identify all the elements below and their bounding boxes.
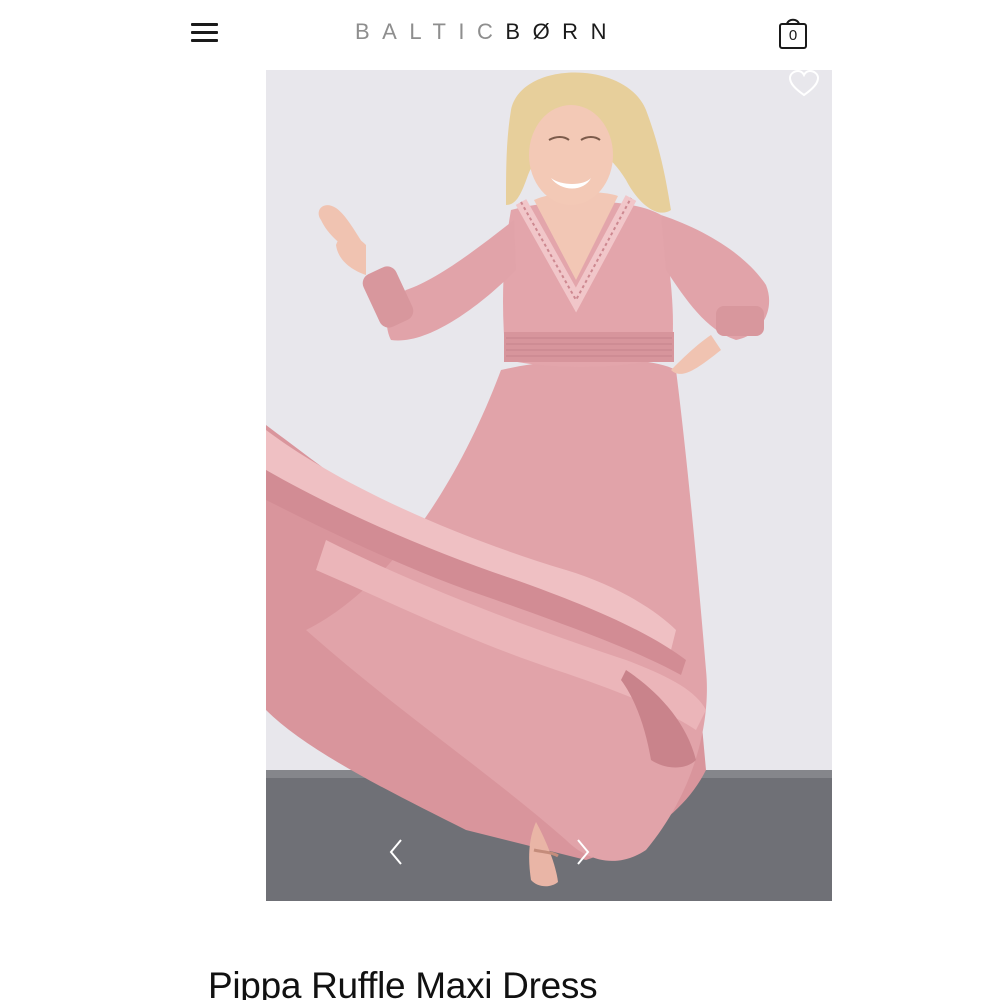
chevron-left-icon	[389, 839, 402, 865]
next-image-button[interactable]	[568, 834, 596, 870]
logo-text-right: BØRN	[505, 19, 619, 44]
cart-button[interactable]: 0	[776, 14, 810, 52]
logo-text-left: BALTIC	[355, 19, 506, 44]
heart-icon	[788, 70, 820, 97]
wishlist-button[interactable]	[786, 70, 822, 98]
site-header: BALTIC BØRN 0	[0, 0, 1000, 70]
product-page: BALTIC BØRN 0 Pippa Ruffle Maxi Dress	[0, 0, 1000, 1000]
brand-logo[interactable]: BALTIC BØRN	[355, 19, 619, 45]
menu-button[interactable]	[186, 16, 222, 50]
hamburger-menu-icon	[191, 23, 218, 26]
product-photo	[266, 70, 832, 901]
product-title: Pippa Ruffle Maxi Dress	[208, 964, 598, 1000]
chevron-right-icon	[577, 839, 590, 865]
product-image-carousel[interactable]	[266, 70, 832, 901]
cart-count: 0	[788, 27, 798, 44]
previous-image-button[interactable]	[383, 834, 411, 870]
